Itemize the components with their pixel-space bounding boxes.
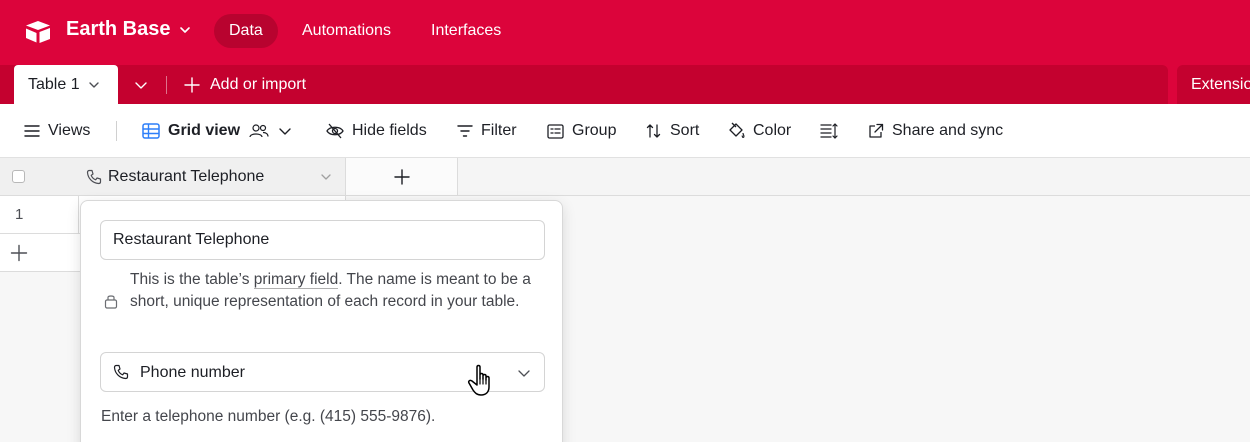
row-number: 1	[15, 206, 24, 223]
table-tabs-bar: Table 1 Add or import Extensio	[0, 65, 1250, 104]
lock-icon	[104, 295, 118, 309]
grid-view-button[interactable]: Grid view	[142, 104, 292, 158]
view-toolbar: Views Grid view Hide fields Filter Group…	[0, 104, 1250, 158]
grid-view-label: Grid view	[168, 122, 241, 139]
color-label: Color	[753, 122, 792, 139]
share-and-sync-label: Share and sync	[892, 122, 1004, 139]
external-link-icon	[869, 123, 884, 138]
app-header: Earth Base Data Automations Interfaces	[0, 0, 1250, 65]
phone-icon	[86, 169, 102, 185]
phone-icon	[113, 364, 129, 380]
nav-data-label: Data	[229, 22, 263, 39]
views-button[interactable]: Views	[24, 104, 90, 158]
nav-interfaces-label: Interfaces	[431, 22, 502, 39]
primary-field-header[interactable]: Restaurant Telephone	[0, 158, 346, 196]
note-text-part: This is the table’s	[130, 271, 254, 288]
divider	[166, 76, 167, 94]
divider	[116, 121, 117, 141]
plus-icon	[184, 76, 200, 93]
sort-label: Sort	[670, 122, 700, 139]
base-name: Earth Base	[66, 18, 171, 40]
primary-field-note: This is the table’s primary field. The n…	[100, 269, 545, 335]
hamburger-icon	[24, 125, 40, 137]
divider	[458, 195, 1250, 196]
divider	[78, 196, 79, 234]
base-name-menu[interactable]: Earth Base	[66, 18, 191, 41]
field-type-description: Enter a telephone number (e.g. (415) 555…	[101, 408, 436, 425]
views-label: Views	[48, 122, 91, 139]
add-or-import-button[interactable]: Add or import	[184, 65, 306, 104]
tab-label: Table 1	[28, 75, 80, 93]
field-name-input[interactable]	[100, 220, 545, 260]
field-type-label: Phone number	[140, 364, 245, 381]
airtable-logo-icon[interactable]	[24, 20, 52, 44]
plus-icon	[10, 244, 28, 262]
row-height-button[interactable]	[820, 104, 838, 158]
chevron-down-icon[interactable]	[320, 171, 332, 183]
hide-fields-button[interactable]: Hide fields	[326, 104, 427, 158]
sort-button[interactable]: Sort	[646, 104, 699, 158]
filter-label: Filter	[481, 122, 517, 139]
nav-interfaces[interactable]: Interfaces	[416, 14, 516, 48]
grid-header: Restaurant Telephone	[0, 158, 1250, 196]
chevron-down-icon	[179, 26, 190, 33]
chevron-down-icon	[518, 370, 530, 377]
chevron-down-icon[interactable]	[88, 79, 100, 91]
primary-field-link[interactable]: primary field	[253, 271, 339, 289]
nav-automations-label: Automations	[302, 22, 391, 39]
paint-bucket-icon	[729, 122, 745, 138]
chevron-down-icon	[279, 128, 291, 135]
all-tables-chevron-icon[interactable]	[134, 78, 148, 92]
eye-slash-icon	[326, 123, 344, 139]
select-all-checkbox[interactable]	[12, 170, 25, 183]
hide-fields-label: Hide fields	[352, 122, 427, 139]
add-or-import-label: Add or import	[210, 75, 307, 93]
collaborators-icon	[249, 124, 269, 138]
tab-table-1[interactable]: Table 1	[14, 65, 118, 104]
nav-data[interactable]: Data	[214, 14, 278, 48]
plus-icon	[393, 168, 410, 185]
extensions-button[interactable]: Extensio	[1177, 65, 1250, 104]
filter-button[interactable]: Filter	[457, 104, 517, 158]
grid-icon	[142, 123, 160, 139]
sort-arrows-icon	[646, 124, 661, 138]
nav-automations[interactable]: Automations	[287, 14, 406, 48]
group-label: Group	[572, 122, 617, 139]
group-button[interactable]: Group	[547, 104, 616, 158]
filter-icon	[457, 125, 473, 137]
tabs-strip	[0, 65, 1168, 104]
primary-field-header-label[interactable]: Restaurant Telephone	[86, 158, 264, 196]
primary-field-note-text: This is the table’s primary field. The n…	[130, 269, 550, 313]
add-field-button[interactable]	[346, 158, 458, 196]
hand-cursor-icon	[468, 364, 490, 396]
row-height-icon	[820, 123, 838, 139]
extensions-label: Extensio	[1191, 75, 1250, 93]
primary-field-name: Restaurant Telephone	[108, 168, 265, 185]
color-button[interactable]: Color	[727, 104, 791, 158]
group-icon	[547, 123, 564, 139]
field-editor-popover: This is the table’s primary field. The n…	[80, 200, 563, 442]
share-and-sync-button[interactable]: Share and sync	[868, 104, 1003, 158]
